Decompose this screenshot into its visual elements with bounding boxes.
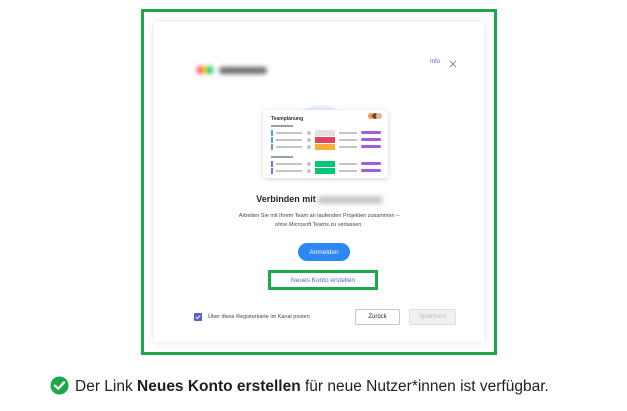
group-label-placeholder (271, 156, 293, 158)
description-line: ohne Microsoft Teams zu verlassen. (275, 222, 363, 228)
board-row (271, 161, 386, 167)
post-to-channel-label: Über diese Registerkarte im Kanal posten (208, 314, 310, 320)
caption-text: Der Link Neues Konto erstellen für neue … (75, 378, 549, 396)
check-circle-icon (50, 376, 69, 395)
caption-before: Der Link (75, 378, 138, 395)
headline-text: Verbinden mit (256, 194, 316, 204)
dialog-description: Arbeiten Sie mit Ihrem Team an laufenden… (214, 212, 424, 230)
description-line: Arbeiten Sie mit Ihrem Team an laufenden… (238, 213, 400, 219)
create-account-highlight: Neues Konto erstellen (268, 270, 378, 290)
board-illustration: Teamplanung (263, 110, 388, 178)
back-button[interactable]: Zurück (355, 309, 400, 325)
board-row (271, 137, 386, 143)
connect-dialog: Info Teamplanung Verbinden mit Arbeiten … (154, 22, 484, 342)
close-icon[interactable] (448, 56, 458, 68)
board-row (271, 144, 386, 150)
board-row (271, 168, 386, 174)
caption-bold: Neues Konto erstellen (137, 378, 301, 395)
app-logo-blurred (197, 63, 277, 77)
create-account-link[interactable]: Neues Konto erstellen (271, 277, 375, 284)
highlight-frame: Info Teamplanung Verbinden mit Arbeiten … (141, 9, 497, 355)
board-title: Teamplanung (271, 116, 304, 122)
info-link[interactable]: Info (430, 59, 440, 65)
board-row (271, 130, 386, 136)
app-name-blurred (317, 195, 382, 204)
dialog-headline: Verbinden mit (154, 194, 484, 204)
post-to-channel-checkbox[interactable] (194, 313, 202, 321)
group-label-placeholder (271, 125, 293, 127)
avatar-group-icon (368, 113, 382, 119)
caption-after: für neue Nutzer*innen ist verfügbar. (300, 378, 549, 395)
save-button: Speichern (409, 309, 456, 325)
signin-button[interactable]: Anmelden (298, 243, 350, 261)
